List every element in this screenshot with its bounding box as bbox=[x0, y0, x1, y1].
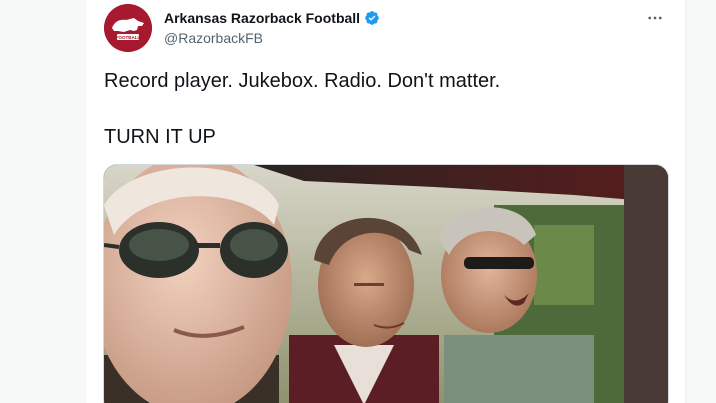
avatar[interactable]: FOOTBALL bbox=[104, 4, 152, 52]
more-options-button[interactable] bbox=[641, 6, 669, 30]
razorback-logo: FOOTBALL bbox=[104, 4, 152, 52]
display-name-row: Arkansas Razorback Football bbox=[164, 8, 380, 28]
author-names: Arkansas Razorback Football @RazorbackFB bbox=[164, 8, 380, 46]
avatar-logo-text: FOOTBALL bbox=[116, 35, 141, 40]
tweet-text-line: TURN IT UP bbox=[104, 126, 216, 148]
more-horizontal-icon bbox=[648, 16, 662, 20]
video-frame-image bbox=[104, 165, 668, 403]
tweet-text-line: Record player. Jukebox. Radio. Don't mat… bbox=[104, 70, 501, 92]
page: FOOTBALL Arkansas Razorback Football @Ra… bbox=[0, 0, 716, 403]
tweet-media-video[interactable] bbox=[103, 164, 669, 403]
tweet-text: Record player. Jukebox. Radio. Don't mat… bbox=[104, 68, 669, 150]
author-handle[interactable]: @RazorbackFB bbox=[164, 30, 380, 46]
tweet-header: FOOTBALL Arkansas Razorback Football @Ra… bbox=[104, 4, 669, 52]
display-name[interactable]: Arkansas Razorback Football bbox=[164, 10, 360, 26]
verified-badge-icon bbox=[364, 10, 380, 26]
